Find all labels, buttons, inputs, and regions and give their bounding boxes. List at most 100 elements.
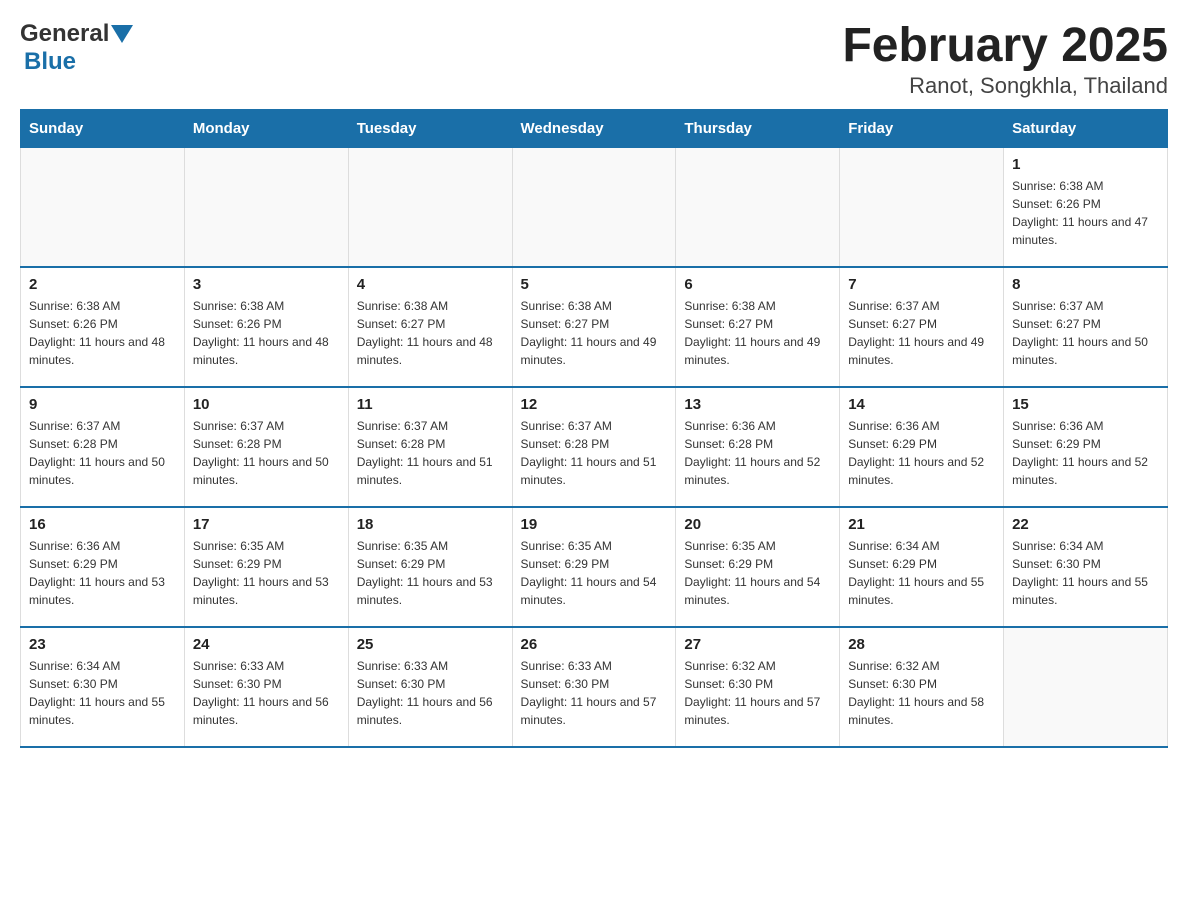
day-info: Sunrise: 6:38 AM Sunset: 6:27 PM Dayligh…	[521, 297, 668, 369]
calendar-cell: 27 Sunrise: 6:32 AM Sunset: 6:30 PM Dayli…	[676, 627, 840, 747]
calendar-table: SundayMondayTuesdayWednesdayThursdayFrid…	[20, 109, 1168, 749]
day-info: Sunrise: 6:38 AM Sunset: 6:26 PM Dayligh…	[29, 297, 176, 369]
day-info: Sunrise: 6:33 AM Sunset: 6:30 PM Dayligh…	[357, 657, 504, 729]
weekday-header-sunday: Sunday	[21, 109, 185, 147]
day-number: 16	[29, 516, 176, 533]
calendar-cell: 20 Sunrise: 6:35 AM Sunset: 6:29 PM Dayli…	[676, 507, 840, 627]
weekday-header-saturday: Saturday	[1004, 109, 1168, 147]
calendar-cell: 8 Sunrise: 6:37 AM Sunset: 6:27 PM Daylig…	[1004, 267, 1168, 387]
calendar-week-row: 23 Sunrise: 6:34 AM Sunset: 6:30 PM Dayli…	[21, 627, 1168, 747]
day-number: 6	[684, 276, 831, 293]
calendar-cell: 21 Sunrise: 6:34 AM Sunset: 6:29 PM Dayli…	[840, 507, 1004, 627]
calendar-cell: 24 Sunrise: 6:33 AM Sunset: 6:30 PM Dayli…	[184, 627, 348, 747]
day-number: 21	[848, 516, 995, 533]
day-number: 12	[521, 396, 668, 413]
calendar-week-row: 9 Sunrise: 6:37 AM Sunset: 6:28 PM Daylig…	[21, 387, 1168, 507]
calendar-cell	[21, 147, 185, 267]
day-number: 22	[1012, 516, 1159, 533]
day-info: Sunrise: 6:37 AM Sunset: 6:27 PM Dayligh…	[1012, 297, 1159, 369]
day-info: Sunrise: 6:37 AM Sunset: 6:28 PM Dayligh…	[357, 417, 504, 489]
calendar-cell: 6 Sunrise: 6:38 AM Sunset: 6:27 PM Daylig…	[676, 267, 840, 387]
day-info: Sunrise: 6:33 AM Sunset: 6:30 PM Dayligh…	[193, 657, 340, 729]
day-info: Sunrise: 6:37 AM Sunset: 6:28 PM Dayligh…	[521, 417, 668, 489]
calendar-week-row: 2Sunrise: 6:38 AM Sunset: 6:26 PM Daylig…	[21, 267, 1168, 387]
calendar-cell: 14 Sunrise: 6:36 AM Sunset: 6:29 PM Dayli…	[840, 387, 1004, 507]
calendar-cell	[840, 147, 1004, 267]
calendar-cell: 5 Sunrise: 6:38 AM Sunset: 6:27 PM Daylig…	[512, 267, 676, 387]
day-info: Sunrise: 6:34 AM Sunset: 6:30 PM Dayligh…	[29, 657, 176, 729]
calendar-cell: 17Sunrise: 6:35 AM Sunset: 6:29 PM Dayli…	[184, 507, 348, 627]
calendar-cell: 16 Sunrise: 6:36 AM Sunset: 6:29 PM Dayli…	[21, 507, 185, 627]
day-number: 20	[684, 516, 831, 533]
calendar-cell: 23 Sunrise: 6:34 AM Sunset: 6:30 PM Dayli…	[21, 627, 185, 747]
calendar-body: 1 Sunrise: 6:38 AM Sunset: 6:26 PM Daylig…	[21, 147, 1168, 747]
day-info: Sunrise: 6:35 AM Sunset: 6:29 PM Dayligh…	[357, 537, 504, 609]
calendar-cell: 26Sunrise: 6:33 AM Sunset: 6:30 PM Dayli…	[512, 627, 676, 747]
logo: General Blue	[20, 20, 133, 76]
calendar-cell: 1 Sunrise: 6:38 AM Sunset: 6:26 PM Daylig…	[1004, 147, 1168, 267]
calendar-cell: 12 Sunrise: 6:37 AM Sunset: 6:28 PM Dayli…	[512, 387, 676, 507]
calendar-cell: 9 Sunrise: 6:37 AM Sunset: 6:28 PM Daylig…	[21, 387, 185, 507]
day-info: Sunrise: 6:34 AM Sunset: 6:29 PM Dayligh…	[848, 537, 995, 609]
day-number: 18	[357, 516, 504, 533]
day-info: Sunrise: 6:38 AM Sunset: 6:26 PM Dayligh…	[1012, 177, 1159, 249]
day-info: Sunrise: 6:36 AM Sunset: 6:29 PM Dayligh…	[29, 537, 176, 609]
day-number: 9	[29, 396, 176, 413]
calendar-cell	[512, 147, 676, 267]
calendar-cell	[1004, 627, 1168, 747]
calendar-cell: 2Sunrise: 6:38 AM Sunset: 6:26 PM Daylig…	[21, 267, 185, 387]
day-info: Sunrise: 6:32 AM Sunset: 6:30 PM Dayligh…	[684, 657, 831, 729]
day-number: 3	[193, 276, 340, 293]
day-info: Sunrise: 6:37 AM Sunset: 6:28 PM Dayligh…	[193, 417, 340, 489]
weekday-header-thursday: Thursday	[676, 109, 840, 147]
day-info: Sunrise: 6:32 AM Sunset: 6:30 PM Dayligh…	[848, 657, 995, 729]
weekday-header-friday: Friday	[840, 109, 1004, 147]
calendar-cell: 19Sunrise: 6:35 AM Sunset: 6:29 PM Dayli…	[512, 507, 676, 627]
weekday-header-wednesday: Wednesday	[512, 109, 676, 147]
day-info: Sunrise: 6:36 AM Sunset: 6:29 PM Dayligh…	[848, 417, 995, 489]
calendar-cell: 13 Sunrise: 6:36 AM Sunset: 6:28 PM Dayli…	[676, 387, 840, 507]
day-number: 7	[848, 276, 995, 293]
day-info: Sunrise: 6:35 AM Sunset: 6:29 PM Dayligh…	[193, 537, 340, 609]
calendar-cell: 25Sunrise: 6:33 AM Sunset: 6:30 PM Dayli…	[348, 627, 512, 747]
day-number: 28	[848, 636, 995, 653]
day-info: Sunrise: 6:35 AM Sunset: 6:29 PM Dayligh…	[684, 537, 831, 609]
day-number: 23	[29, 636, 176, 653]
calendar-cell: 10 Sunrise: 6:37 AM Sunset: 6:28 PM Dayli…	[184, 387, 348, 507]
day-info: Sunrise: 6:38 AM Sunset: 6:27 PM Dayligh…	[357, 297, 504, 369]
day-number: 14	[848, 396, 995, 413]
weekday-header-monday: Monday	[184, 109, 348, 147]
day-info: Sunrise: 6:33 AM Sunset: 6:30 PM Dayligh…	[521, 657, 668, 729]
calendar-cell: 15Sunrise: 6:36 AM Sunset: 6:29 PM Dayli…	[1004, 387, 1168, 507]
day-number: 13	[684, 396, 831, 413]
day-number: 4	[357, 276, 504, 293]
calendar-cell: 22 Sunrise: 6:34 AM Sunset: 6:30 PM Dayli…	[1004, 507, 1168, 627]
title-block: February 2025 Ranot, Songkhla, Thailand	[842, 20, 1168, 99]
calendar-cell: 28 Sunrise: 6:32 AM Sunset: 6:30 PM Dayli…	[840, 627, 1004, 747]
day-info: Sunrise: 6:37 AM Sunset: 6:27 PM Dayligh…	[848, 297, 995, 369]
day-info: Sunrise: 6:38 AM Sunset: 6:27 PM Dayligh…	[684, 297, 831, 369]
page-header: General Blue February 2025 Ranot, Songkh…	[20, 20, 1168, 99]
calendar-cell: 7 Sunrise: 6:37 AM Sunset: 6:27 PM Daylig…	[840, 267, 1004, 387]
weekday-header-row: SundayMondayTuesdayWednesdayThursdayFrid…	[21, 109, 1168, 147]
day-info: Sunrise: 6:35 AM Sunset: 6:29 PM Dayligh…	[521, 537, 668, 609]
day-info: Sunrise: 6:36 AM Sunset: 6:28 PM Dayligh…	[684, 417, 831, 489]
calendar-cell	[676, 147, 840, 267]
day-number: 24	[193, 636, 340, 653]
weekday-header-tuesday: Tuesday	[348, 109, 512, 147]
day-number: 1	[1012, 156, 1159, 173]
logo-general-text: General	[20, 20, 109, 48]
calendar-cell	[348, 147, 512, 267]
day-number: 5	[521, 276, 668, 293]
day-info: Sunrise: 6:37 AM Sunset: 6:28 PM Dayligh…	[29, 417, 176, 489]
calendar-cell: 18 Sunrise: 6:35 AM Sunset: 6:29 PM Dayli…	[348, 507, 512, 627]
day-number: 27	[684, 636, 831, 653]
calendar-cell: 4 Sunrise: 6:38 AM Sunset: 6:27 PM Daylig…	[348, 267, 512, 387]
day-info: Sunrise: 6:34 AM Sunset: 6:30 PM Dayligh…	[1012, 537, 1159, 609]
day-number: 11	[357, 396, 504, 413]
day-number: 10	[193, 396, 340, 413]
logo-arrow-icon	[111, 25, 133, 47]
day-number: 8	[1012, 276, 1159, 293]
calendar-cell: 3Sunrise: 6:38 AM Sunset: 6:26 PM Daylig…	[184, 267, 348, 387]
calendar-title: February 2025	[842, 20, 1168, 73]
